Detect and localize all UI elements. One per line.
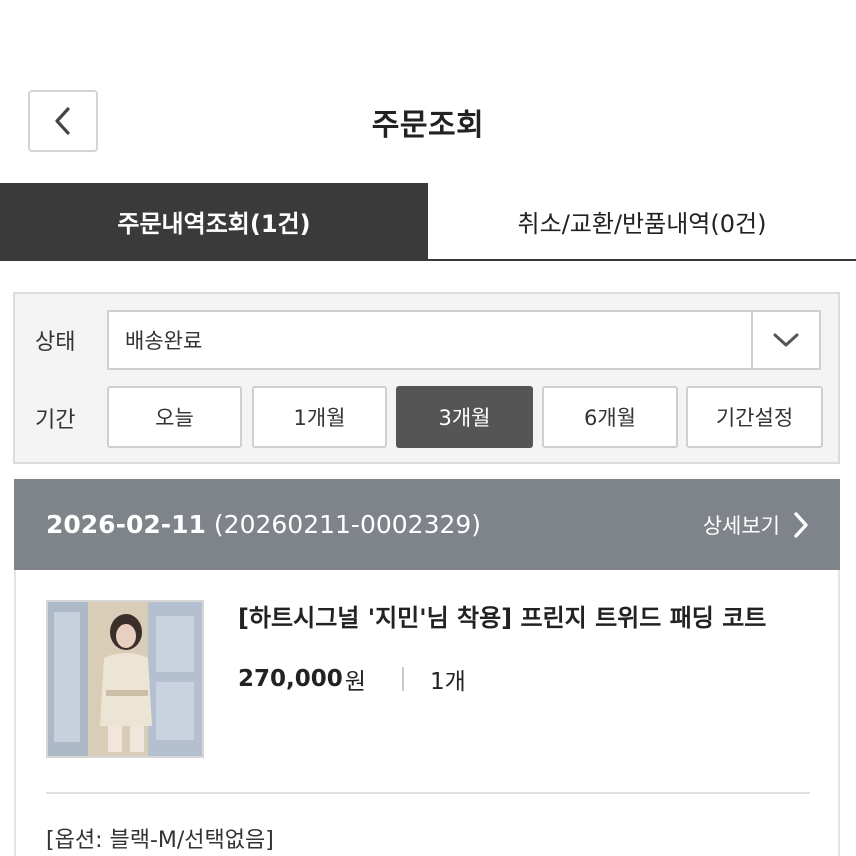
status-label: 상태	[35, 330, 76, 355]
period-custom-button[interactable]: 기간설정	[686, 386, 823, 448]
order-tabs: 주문내역조회(1건) 취소/교환/반품내역(0건)	[0, 183, 856, 261]
chevron-down-icon	[773, 333, 799, 347]
status-select[interactable]: 배송완료	[107, 310, 821, 370]
order-info: 2026-02-11 (20260211-0002329)	[46, 510, 481, 539]
item-divider	[46, 792, 810, 794]
order-date: 2026-02-11	[46, 510, 206, 539]
page-header: 주문조회	[0, 0, 856, 183]
order-detail-label: 상세보기	[702, 513, 780, 538]
period-6month-button[interactable]: 6개월	[542, 386, 678, 448]
product-option: [옵션: 블랙-M/선택없음]	[46, 828, 274, 853]
price-divider	[401, 667, 404, 691]
chevron-right-icon	[794, 511, 808, 538]
status-select-value: 배송완료	[125, 329, 203, 353]
product-quantity: 1개	[429, 669, 466, 695]
status-dropdown-button[interactable]	[751, 312, 819, 368]
filter-panel: 상태 배송완료 기간 오늘 1개월 3개월 6개월 기간설정	[13, 292, 840, 464]
period-today-button[interactable]: 오늘	[107, 386, 242, 448]
order-detail-link[interactable]: 상세보기	[703, 510, 810, 540]
period-1month-button[interactable]: 1개월	[252, 386, 387, 448]
tab-cancel-exchange-return[interactable]: 취소/교환/반품내역(0건)	[428, 183, 856, 259]
order-number: (20260211-0002329)	[213, 510, 482, 539]
price-row: 270,000 원 1개	[238, 662, 466, 696]
period-3month-button[interactable]: 3개월	[396, 386, 533, 448]
page-title: 주문조회	[371, 108, 485, 143]
product-price: 270,000	[238, 666, 343, 692]
product-name[interactable]: [하트시그널 '지민'님 착용] 프린지 트위드 패딩 코트	[238, 598, 766, 633]
period-label: 기간	[35, 408, 76, 433]
order-item: [하트시그널 '지민'님 착용] 프린지 트위드 패딩 코트 270,000 원 …	[14, 570, 840, 856]
tab-order-history[interactable]: 주문내역조회(1건)	[0, 183, 428, 259]
product-photo	[48, 602, 202, 756]
price-unit: 원	[344, 669, 366, 695]
product-thumbnail[interactable]	[46, 600, 204, 758]
order-header: 2026-02-11 (20260211-0002329) 상세보기	[14, 479, 840, 570]
